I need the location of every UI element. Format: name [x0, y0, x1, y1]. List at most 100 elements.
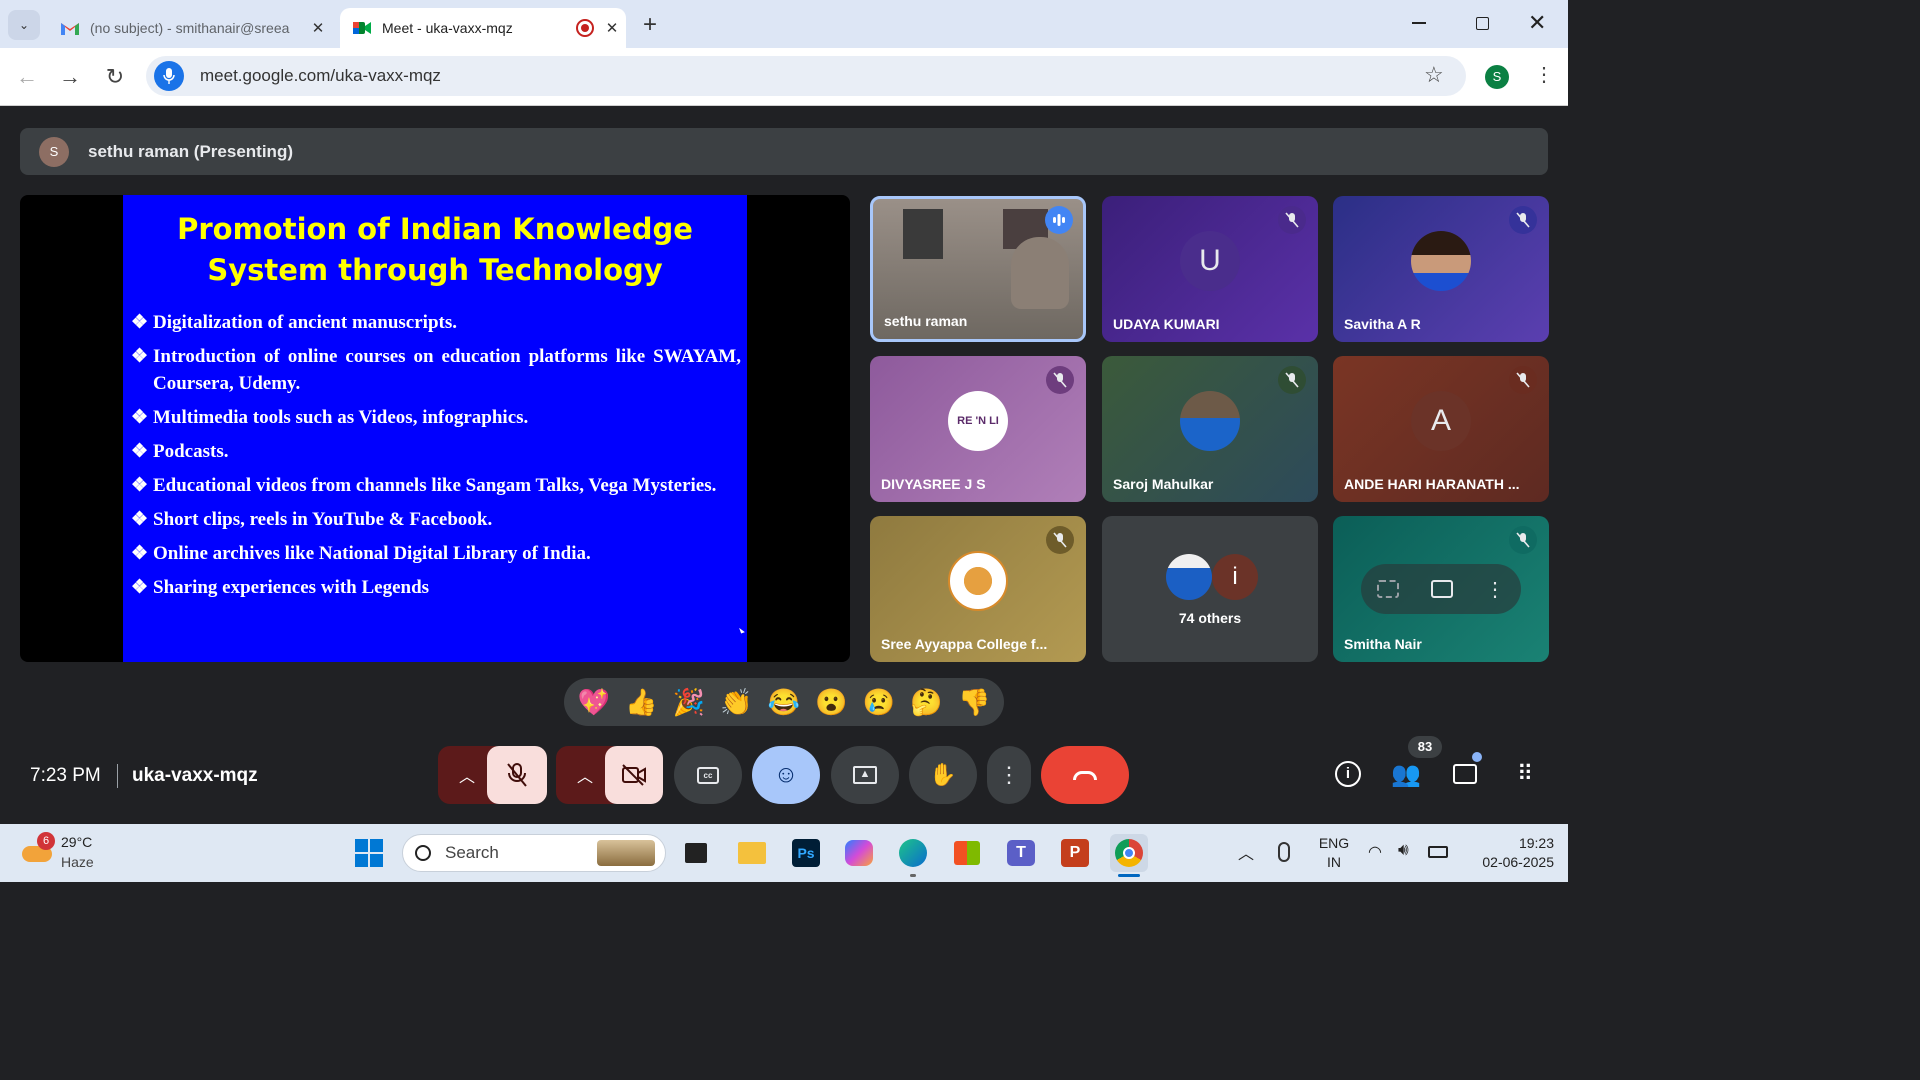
- people-count-badge: 83: [1408, 736, 1442, 758]
- participant-tile[interactable]: Saroj Mahulkar: [1102, 356, 1318, 502]
- chevron-up-icon: ︿: [458, 769, 475, 786]
- slide-bullet: ❖ Sharing experiences with Legends: [131, 574, 741, 601]
- edge-icon[interactable]: [894, 834, 932, 872]
- participant-name: sethu raman: [884, 313, 968, 329]
- participant-avatar: i: [1212, 554, 1258, 600]
- show-hidden-icons[interactable]: ︿: [1238, 840, 1254, 864]
- minimize-button[interactable]: [1412, 22, 1426, 24]
- people-icon: 👥: [1391, 760, 1421, 788]
- participant-tile[interactable]: A ANDE HARI HARANATH ...: [1333, 356, 1549, 502]
- reaction-clap-button[interactable]: 👏: [716, 687, 756, 718]
- reaction-heart-button[interactable]: 💖: [574, 687, 614, 718]
- reaction-sad-button[interactable]: 😢: [859, 687, 899, 718]
- slide-bullet: ❖ Introduction of online courses on educa…: [131, 343, 741, 397]
- participant-tile[interactable]: Sree Ayyappa College f...: [870, 516, 1086, 662]
- more-options-icon[interactable]: ⋮: [1485, 577, 1505, 602]
- back-button[interactable]: ←: [12, 62, 42, 92]
- bullet-diamond-icon: ❖: [131, 475, 149, 496]
- weather-widget[interactable]: 6 29°C Haze: [20, 832, 130, 874]
- people-button[interactable]: 👥: [1388, 756, 1424, 792]
- participant-tile[interactable]: sethu raman: [870, 196, 1086, 342]
- file-explorer-icon[interactable]: [733, 834, 771, 872]
- mic-toggle-button[interactable]: [487, 746, 547, 804]
- divider: [117, 764, 118, 788]
- region-code: IN: [1327, 854, 1341, 870]
- wifi-icon[interactable]: ◠: [1368, 842, 1382, 862]
- more-options-button[interactable]: ⋮: [987, 746, 1031, 804]
- start-button[interactable]: [350, 834, 388, 872]
- copilot-icon[interactable]: [840, 834, 878, 872]
- photoshop-icon[interactable]: Ps: [787, 834, 825, 872]
- mic-off-icon: [1278, 366, 1306, 394]
- address-bar[interactable]: meet.google.com/uka-vaxx-mqz: [146, 56, 1466, 96]
- presenter-avatar: S: [39, 136, 69, 167]
- participant-avatar: RE 'N LI: [948, 391, 1008, 451]
- mic-off-icon: [1046, 366, 1074, 394]
- profile-avatar[interactable]: S: [1485, 65, 1509, 89]
- slide-bullet-list: ❖ Digitalization of ancient manuscripts. ❖…: [123, 309, 747, 601]
- battery-icon[interactable]: [1428, 846, 1448, 858]
- bookmark-star-icon[interactable]: ☆: [1424, 62, 1444, 88]
- mic-icon[interactable]: [154, 61, 184, 91]
- participant-photo: [1180, 391, 1240, 451]
- tab-meet[interactable]: Meet - uka-vaxx-mqz ✕: [340, 8, 626, 48]
- tile-hover-controls: ⋮: [1361, 564, 1521, 614]
- captions-button[interactable]: cc: [674, 746, 742, 804]
- teams-icon[interactable]: T: [1002, 834, 1040, 872]
- participant-name: Savitha A R: [1344, 316, 1421, 332]
- task-view-icon[interactable]: [677, 834, 715, 872]
- powerpoint-icon[interactable]: P: [1056, 834, 1094, 872]
- new-tab-button[interactable]: +: [636, 12, 664, 40]
- participant-name: DIVYASREE J S: [881, 476, 986, 492]
- volume-icon[interactable]: 🔊︎: [1398, 840, 1409, 860]
- participant-name: Sree Ayyappa College f...: [881, 636, 1048, 652]
- microsoft-store-icon[interactable]: [948, 834, 986, 872]
- tab-search-button[interactable]: ⌄: [8, 10, 40, 40]
- mic-off-icon: [507, 763, 527, 787]
- presentation-stage[interactable]: Promotion of Indian Knowledge System thr…: [20, 195, 850, 662]
- system-clock[interactable]: 19:23 02-06-2025: [1462, 834, 1554, 872]
- restore-button[interactable]: [1476, 17, 1489, 30]
- reaction-laugh-button[interactable]: 😂: [764, 687, 804, 718]
- reaction-surprised-button[interactable]: 😮: [812, 687, 852, 718]
- taskbar-search[interactable]: Search: [402, 834, 666, 872]
- browser-menu-icon[interactable]: ⋮: [1534, 62, 1554, 87]
- bullet-diamond-icon: ❖: [131, 441, 149, 462]
- activities-button[interactable]: ⠿: [1506, 756, 1542, 792]
- raise-hand-button[interactable]: ✋: [909, 746, 977, 804]
- frame-icon[interactable]: [1377, 580, 1399, 598]
- participant-tile[interactable]: Savitha A R: [1333, 196, 1549, 342]
- leave-call-button[interactable]: [1041, 746, 1129, 804]
- language-indicator[interactable]: ENG IN: [1312, 834, 1356, 872]
- reactions-button[interactable]: ☺: [752, 746, 820, 804]
- slide-bullet: ❖ Short clips, reels in YouTube & Faceboo…: [131, 506, 741, 533]
- close-tab-icon[interactable]: ✕: [598, 19, 626, 37]
- windows-taskbar: 6 29°C Haze Search Ps T P ︿ ENG IN ◠ 🔊︎ …: [0, 824, 1568, 882]
- slide-bullet-text: Short clips, reels in YouTube & Facebook…: [153, 509, 493, 530]
- forward-button[interactable]: →: [55, 62, 85, 92]
- camera-toggle-button[interactable]: [605, 746, 663, 804]
- tab-gmail-label: (no subject) - smithanair@sreea: [90, 20, 290, 36]
- tab-gmail[interactable]: (no subject) - smithanair@sreea ✕: [48, 8, 332, 48]
- effects-icon[interactable]: [1431, 580, 1453, 598]
- microphone-tray-icon[interactable]: [1278, 842, 1290, 862]
- participant-tile-self[interactable]: ⋮ Smitha Nair: [1333, 516, 1549, 662]
- reaction-thumbs-down-button[interactable]: 👎: [954, 687, 994, 718]
- close-tab-icon[interactable]: ✕: [304, 19, 332, 37]
- participant-name: Saroj Mahulkar: [1113, 476, 1214, 492]
- present-screen-button[interactable]: ▲: [831, 746, 899, 804]
- reaction-thumbs-up-button[interactable]: 👍: [621, 687, 661, 718]
- participant-name: ANDE HARI HARANATH ...: [1344, 476, 1520, 492]
- reload-button[interactable]: ↻: [100, 62, 130, 92]
- chrome-icon[interactable]: [1110, 834, 1148, 872]
- reaction-thinking-button[interactable]: 🤔: [907, 687, 947, 718]
- notification-badge: 6: [37, 832, 55, 850]
- participant-tile[interactable]: U UDAYA KUMARI: [1102, 196, 1318, 342]
- participant-tile[interactable]: RE 'N LI DIVYASREE J S: [870, 356, 1086, 502]
- meeting-info-button[interactable]: i: [1330, 756, 1366, 792]
- search-highlight-image: [597, 840, 655, 866]
- close-window-button[interactable]: ✕: [1528, 10, 1546, 36]
- reaction-party-button[interactable]: 🎉: [669, 687, 709, 718]
- others-tile[interactable]: i 74 others: [1102, 516, 1318, 662]
- recording-icon: [576, 19, 594, 37]
